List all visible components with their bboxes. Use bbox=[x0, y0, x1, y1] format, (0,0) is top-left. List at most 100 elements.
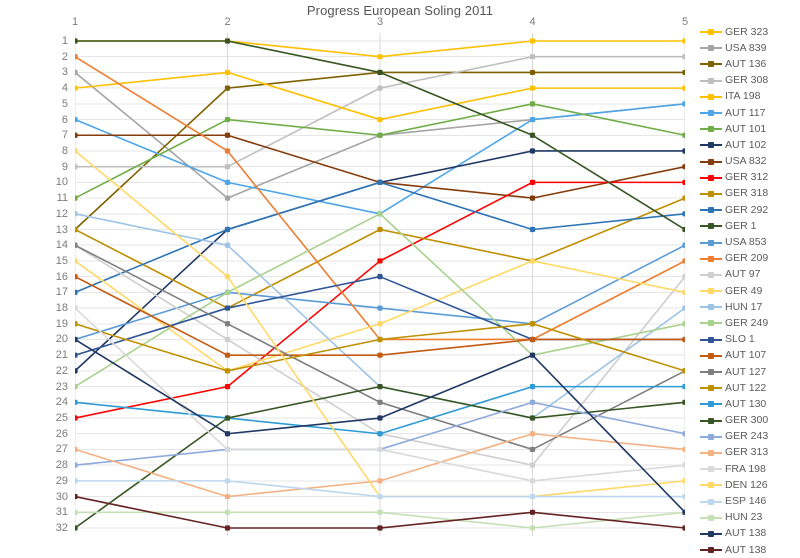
legend-swatch-icon bbox=[700, 335, 722, 345]
y-tick-label: 20 bbox=[55, 333, 68, 346]
legend-item[interactable]: USA 853 bbox=[700, 234, 800, 250]
legend-swatch-icon bbox=[700, 173, 722, 183]
legend-marker-icon bbox=[708, 255, 714, 262]
legend-label: USA 839 bbox=[725, 41, 767, 54]
y-tick-label: 18 bbox=[55, 302, 68, 315]
legend-marker-icon bbox=[708, 514, 714, 521]
legend-marker-icon bbox=[708, 304, 714, 311]
legend-marker-icon bbox=[708, 77, 714, 84]
y-tick-label: 27 bbox=[55, 443, 68, 456]
legend-item[interactable]: ITA 198 bbox=[700, 89, 800, 105]
legend-item[interactable]: AUT 117 bbox=[700, 105, 800, 121]
legend-item[interactable]: GER 209 bbox=[700, 251, 800, 267]
legend-item[interactable]: GER 300 bbox=[700, 413, 800, 429]
legend-marker-icon bbox=[708, 385, 714, 392]
legend-item[interactable]: AUT 102 bbox=[700, 137, 800, 153]
legend-item[interactable]: GER 292 bbox=[700, 202, 800, 218]
legend-item[interactable]: HUN 17 bbox=[700, 299, 800, 315]
legend-marker-icon bbox=[708, 530, 714, 537]
y-tick-label: 25 bbox=[55, 412, 68, 425]
category-axis-lines bbox=[75, 33, 685, 536]
legend-marker-icon bbox=[708, 320, 714, 327]
legend-item[interactable]: GER 318 bbox=[700, 186, 800, 202]
legend-swatch-icon bbox=[700, 513, 722, 523]
legend-label: GER 209 bbox=[725, 252, 769, 265]
chart-page: Progress European Soling 2011 12345 1234… bbox=[0, 0, 800, 555]
legend-item[interactable]: GER 323 bbox=[700, 24, 800, 40]
legend-label: AUT 127 bbox=[725, 365, 767, 378]
legend-swatch-icon bbox=[700, 318, 722, 328]
legend-label: GER 308 bbox=[725, 74, 769, 87]
legend-item[interactable]: USA 839 bbox=[700, 40, 800, 56]
legend-swatch-icon bbox=[700, 529, 722, 539]
legend-item[interactable]: GER 308 bbox=[700, 73, 800, 89]
legend-swatch-icon bbox=[700, 254, 722, 264]
legend-swatch-icon bbox=[700, 27, 722, 37]
legend-swatch-icon bbox=[700, 302, 722, 312]
legend-label: FRA 198 bbox=[725, 462, 766, 475]
legend-swatch-icon bbox=[700, 432, 722, 442]
legend-item[interactable]: AUT 101 bbox=[700, 121, 800, 137]
legend-item[interactable]: USA 832 bbox=[700, 154, 800, 170]
y-tick-label: 22 bbox=[55, 364, 68, 377]
legend-swatch-icon bbox=[700, 124, 722, 134]
legend-label: AUT 130 bbox=[725, 397, 767, 410]
x-tick-label: 1 bbox=[71, 16, 79, 28]
legend-item[interactable]: AUT 130 bbox=[700, 396, 800, 412]
legend-item[interactable]: AUT 122 bbox=[700, 380, 800, 396]
legend-swatch-icon bbox=[700, 59, 722, 69]
legend-marker-icon bbox=[708, 45, 714, 52]
y-tick-label: 9 bbox=[61, 160, 68, 173]
legend-item[interactable]: SLO 1 bbox=[700, 332, 800, 348]
legend-swatch-icon bbox=[700, 92, 722, 102]
y-tick-label: 3 bbox=[61, 66, 68, 79]
x-tick-label: 5 bbox=[681, 16, 689, 28]
legend-label: AUT 101 bbox=[725, 122, 767, 135]
legend-item[interactable]: AUT 138 bbox=[700, 526, 800, 542]
legend-item[interactable]: GER 313 bbox=[700, 445, 800, 461]
y-tick-label: 14 bbox=[55, 239, 68, 252]
legend-marker-icon bbox=[708, 142, 714, 149]
legend-item[interactable]: GER 49 bbox=[700, 283, 800, 299]
legend-item[interactable]: AUT 136 bbox=[700, 56, 800, 72]
legend-label: USA 832 bbox=[725, 155, 767, 168]
y-tick-label: 13 bbox=[55, 223, 68, 236]
y-axis-tick-labels: 1 2 3 4 5 6 7 8 9 10 11 12 13 14 15 16 17 18 19 20 21 22 23 24 2… bbox=[0, 33, 68, 536]
legend-label: AUT 107 bbox=[725, 349, 767, 362]
legend-item[interactable]: HUN 23 bbox=[700, 510, 800, 526]
legend-item[interactable]: AUT 97 bbox=[700, 267, 800, 283]
legend-marker-icon bbox=[708, 352, 714, 359]
legend-marker-icon bbox=[708, 466, 714, 473]
y-tick-label: 6 bbox=[61, 113, 68, 126]
legend-label: AUT 117 bbox=[725, 106, 766, 119]
y-tick-label: 19 bbox=[55, 317, 68, 330]
legend-item[interactable]: GER 243 bbox=[700, 429, 800, 445]
legend-marker-icon bbox=[708, 271, 714, 278]
legend-swatch-icon bbox=[700, 545, 722, 555]
legend-item[interactable]: DEN 126 bbox=[700, 477, 800, 493]
legend-item[interactable]: GER 249 bbox=[700, 315, 800, 331]
legend-marker-icon bbox=[708, 288, 714, 295]
legend-label: GER 249 bbox=[725, 316, 769, 329]
legend-label: GER 49 bbox=[725, 284, 763, 297]
x-tick-label: 2 bbox=[224, 16, 231, 28]
legend-label: GER 312 bbox=[725, 171, 769, 184]
legend-label: GER 313 bbox=[725, 446, 769, 459]
legend-item[interactable]: GER 1 bbox=[700, 218, 800, 234]
legend-marker-icon bbox=[708, 174, 714, 181]
legend-item[interactable]: FRA 198 bbox=[700, 461, 800, 477]
y-tick-label: 16 bbox=[55, 270, 68, 283]
legend-marker-icon bbox=[708, 29, 714, 36]
legend-item[interactable]: AUT 138 bbox=[700, 542, 800, 558]
legend-swatch-icon bbox=[700, 383, 722, 393]
legend-swatch-icon bbox=[700, 367, 722, 377]
legend-marker-icon bbox=[708, 126, 714, 133]
legend-marker-icon bbox=[708, 207, 714, 214]
legend-item[interactable]: GER 312 bbox=[700, 170, 800, 186]
legend-label: ITA 198 bbox=[725, 90, 761, 103]
legend-item[interactable]: ESP 146 bbox=[700, 493, 800, 509]
legend-label: ESP 146 bbox=[725, 495, 767, 508]
legend-label: AUT 136 bbox=[725, 57, 767, 70]
legend-item[interactable]: AUT 127 bbox=[700, 364, 800, 380]
legend-item[interactable]: AUT 107 bbox=[700, 348, 800, 364]
